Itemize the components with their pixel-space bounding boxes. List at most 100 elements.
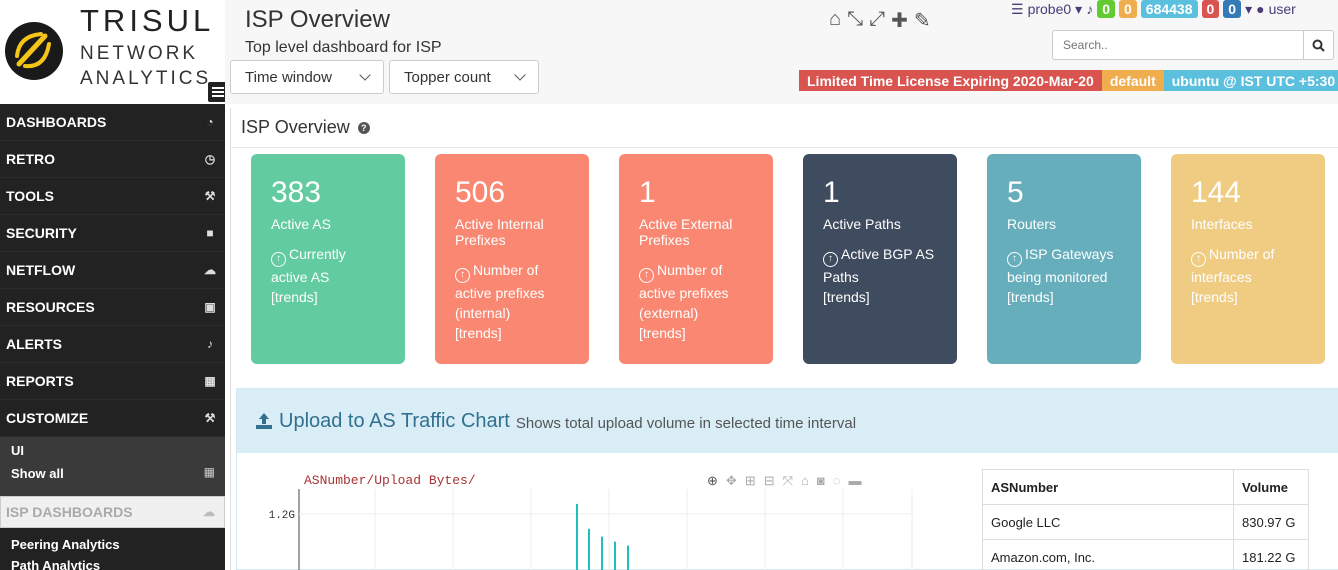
time-window-dropdown[interactable]: Time window — [230, 60, 384, 94]
brand-logo[interactable]: TRISUL NETWORK ANALYTICS — [0, 0, 225, 104]
show-all-link[interactable]: Show all — [11, 466, 225, 481]
shrink-icon[interactable]: ⤡ — [847, 8, 863, 33]
zoom-icon[interactable]: ⊕ — [707, 473, 718, 489]
count-badge-orange[interactable]: 0 — [1118, 0, 1137, 18]
column-header[interactable]: ASNumber — [982, 469, 1234, 505]
page-title: ISP Overview — [245, 6, 390, 33]
caret-down-icon: ▾ — [1245, 0, 1253, 17]
expand-icon[interactable]: ⤢ — [869, 8, 885, 33]
cloud-icon: ☁ — [204, 263, 216, 277]
sidebar-item-netflow[interactable]: NETFLOW ☁ — [0, 252, 225, 289]
tile-active-internal-prefixes[interactable]: 506 Active Internal Prefixes ↑ Number of … — [435, 154, 589, 364]
sidebar-item-customize[interactable]: CUSTOMIZE ⚒ — [0, 400, 225, 437]
trends-link[interactable]: [trends] — [639, 325, 686, 341]
count-badge-green[interactable]: 0 — [1097, 0, 1115, 18]
upload-as-chart-panel: Upload to AS Traffic Chart Shows total u… — [236, 388, 1338, 570]
count-badge-blue[interactable]: 0 — [1223, 0, 1242, 18]
bell-icon: ♪ — [207, 337, 213, 351]
chevron-down-icon — [514, 69, 526, 81]
home-icon[interactable]: ⌂ — [829, 8, 841, 33]
user-menu[interactable]: user — [1269, 1, 1296, 17]
tile-value: 506 — [455, 176, 506, 209]
bell-icon[interactable]: ♪ — [1086, 1, 1093, 17]
sidebar-item-reports[interactable]: REPORTS ▦ — [0, 363, 225, 400]
sidebar: DASHBOARDS ◔ RETRO ◷ TOOLS ⚒ SECURITY ■ NETF… — [0, 104, 225, 570]
arrow-up-icon: ↑ — [1007, 252, 1022, 267]
trends-link[interactable]: [trends] — [271, 289, 318, 305]
sidebar-item-label: TOOLS — [6, 188, 54, 204]
context-badge[interactable]: default — [1101, 70, 1164, 91]
sidebar-item-retro[interactable]: RETRO ◷ — [0, 141, 225, 178]
count-badge-red[interactable]: 0 — [1201, 0, 1220, 18]
sidebar-item-dashboards[interactable]: DASHBOARDS ◔ — [0, 104, 225, 141]
tile-active-as[interactable]: 383 Active AS ↑ Currently active AS [trend… — [251, 154, 405, 364]
arrow-up-icon: ↑ — [1191, 252, 1206, 267]
tile-label: Active External Prefixes — [639, 216, 733, 248]
sidebar-item-isp-dashboards[interactable]: ISP DASHBOARDS ☁ — [0, 496, 225, 528]
topper-count-dropdown[interactable]: Topper count — [389, 60, 539, 94]
dashboard-icon: ◔ — [206, 115, 214, 129]
tile-description: ↑ ISP Gateways being monitored [trends] — [1007, 246, 1114, 305]
as-name-cell: Amazon.com, Inc. — [982, 539, 1234, 570]
search-input[interactable] — [1053, 31, 1301, 59]
as-volume-table: ASNumber Volume Google LLC 830.97 G Amaz… — [982, 469, 1309, 570]
sidebar-item-tools[interactable]: TOOLS ⚒ — [0, 178, 225, 215]
tile-value: 1 — [639, 176, 656, 209]
table-header-row: ASNumber Volume — [982, 469, 1309, 505]
license-bar: Limited Time License Expiring 2020-Mar-2… — [799, 70, 1338, 91]
zoom-in-icon[interactable]: ⊞ — [745, 473, 756, 489]
help-icon[interactable]: ? — [357, 121, 370, 134]
table-row[interactable]: Amazon.com, Inc. 181.22 G — [982, 539, 1309, 570]
sidebar-item-label: NETFLOW — [6, 262, 76, 278]
sidebar-item-peering-analytics[interactable]: Peering Analytics — [0, 528, 225, 552]
trends-link[interactable]: [trends] — [1191, 289, 1238, 305]
sidebar-item-security[interactable]: SECURITY ■ — [0, 215, 225, 252]
sidebar-item-alerts[interactable]: ALERTS ♪ — [0, 326, 225, 363]
count-badge-info[interactable]: 684438 — [1140, 0, 1198, 18]
image-icon: ▣ — [204, 300, 216, 314]
comment-icon[interactable]: ◌ — [833, 473, 841, 489]
zoom-out-icon[interactable]: ⊟ — [764, 473, 775, 489]
trends-link[interactable]: [trends] — [1007, 289, 1054, 305]
sidebar-item-path-analytics[interactable]: Path Analytics — [0, 552, 225, 570]
sidebar-item-label: RETRO — [6, 151, 55, 167]
time-window-label: Time window — [245, 68, 332, 86]
toggle-icon[interactable]: ▬ — [848, 473, 861, 489]
y-tick-label: 1.2G — [269, 510, 295, 522]
table-row[interactable]: Google LLC 830.97 G — [982, 504, 1309, 540]
tile-label: Interfaces — [1191, 216, 1253, 232]
sidebar-item-label: SECURITY — [6, 225, 77, 241]
trends-link[interactable]: [trends] — [455, 325, 502, 341]
tile-label: Active Paths — [823, 216, 901, 232]
trends-link[interactable]: [trends] — [823, 289, 870, 305]
search-box — [1052, 30, 1334, 60]
tile-routers[interactable]: 5 Routers ↑ ISP Gateways being monitored[… — [987, 154, 1141, 364]
grid-icon[interactable]: ▦ — [204, 465, 215, 479]
host-badge: ubuntu @ IST UTC +5:30 — [1163, 70, 1338, 91]
upload-chart[interactable]: ASNumber/Upload Bytes/1.2G — [247, 453, 947, 570]
pan-icon[interactable]: ✥ — [726, 473, 737, 489]
camera-icon[interactable]: ◙ — [817, 473, 825, 489]
tile-interfaces[interactable]: 144 Interfaces ↑ Number of interfaces [tre… — [1171, 154, 1325, 364]
tile-active-external-prefixes[interactable]: 1 Active External Prefixes ↑ Number of ac… — [619, 154, 773, 364]
sidebar-item-label: REPORTS — [6, 373, 74, 389]
column-header[interactable]: Volume — [1233, 469, 1309, 505]
autoscale-icon[interactable]: ⤧ — [783, 473, 793, 489]
sidebar-item-resources[interactable]: RESOURCES ▣ — [0, 289, 225, 326]
calendar-icon: ▦ — [204, 374, 216, 388]
search-button[interactable] — [1303, 31, 1333, 59]
chart-panel-header: Upload to AS Traffic Chart Shows total u… — [237, 389, 1338, 453]
tile-active-paths[interactable]: 1 Active Paths ↑ Active BGP AS Paths [tren… — [803, 154, 957, 364]
chevron-down-icon — [359, 69, 371, 81]
edit-icon[interactable]: ✎ — [914, 8, 931, 33]
chart-title: ASNumber/Upload Bytes/ — [304, 473, 476, 488]
section-title: ISP Overview — [241, 117, 350, 137]
sidebar-item-ui[interactable]: UI — [11, 443, 225, 458]
probe-selector[interactable]: probe0 — [1028, 1, 1072, 17]
license-warning[interactable]: Limited Time License Expiring 2020-Mar-2… — [799, 70, 1102, 91]
add-icon[interactable]: ✚ — [891, 8, 908, 33]
sidebar-item-label: ISP DASHBOARDS — [6, 504, 133, 520]
reset-icon[interactable]: ⌂ — [801, 473, 809, 489]
sidebar-item-label: CUSTOMIZE — [6, 410, 89, 426]
tile-value: 5 — [1007, 176, 1024, 209]
